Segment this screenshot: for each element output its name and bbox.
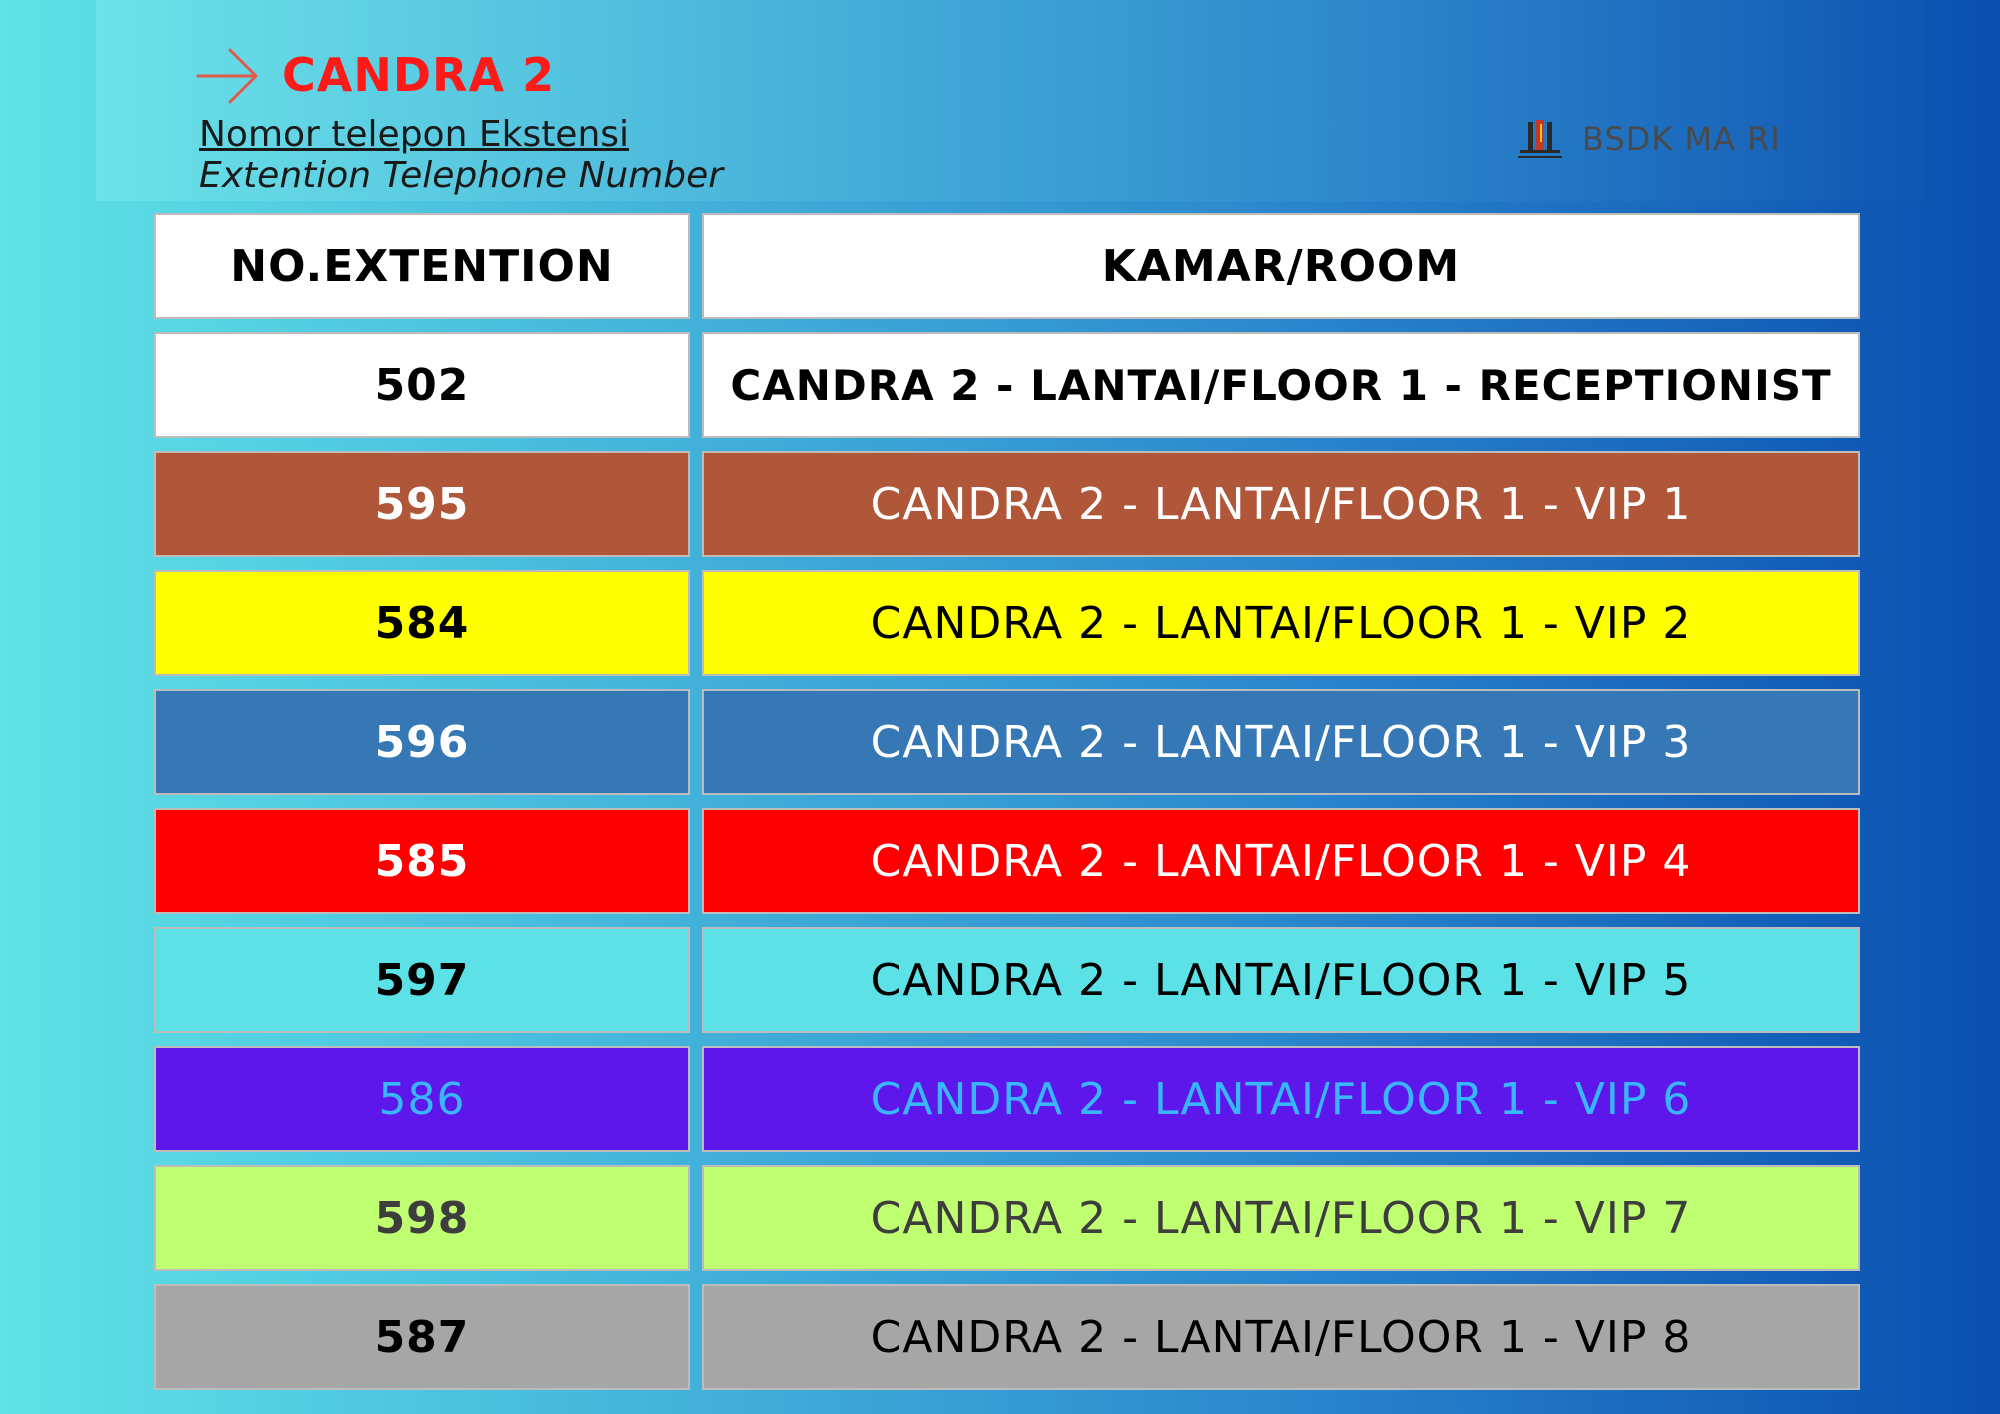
extension-table: NO.EXTENTION KAMAR/ROOM 502 CANDRA 2 - LA… [154, 213, 1860, 1403]
page-title: CANDRA 2 [282, 48, 556, 102]
table-row: 598 CANDRA 2 - LANTAI/FLOOR 1 - VIP 7 [154, 1165, 1860, 1271]
extension-number: 598 [154, 1165, 690, 1271]
extension-number: 586 [154, 1046, 690, 1152]
room-name: CANDRA 2 - LANTAI/FLOOR 1 - RECEPTIONIST [702, 332, 1860, 438]
extension-number: 584 [154, 570, 690, 676]
extension-number: 587 [154, 1284, 690, 1390]
header-room: KAMAR/ROOM [702, 213, 1860, 319]
page-subtitle-english: Extention Telephone Number [199, 155, 724, 196]
table-row: 595 CANDRA 2 - LANTAI/FLOOR 1 - VIP 1 [154, 451, 1860, 557]
extension-number: 596 [154, 689, 690, 795]
room-name: CANDRA 2 - LANTAI/FLOOR 1 - VIP 3 [702, 689, 1860, 795]
arrow-right-icon [196, 48, 258, 104]
room-name: CANDRA 2 - LANTAI/FLOOR 1 - VIP 8 [702, 1284, 1860, 1390]
room-name: CANDRA 2 - LANTAI/FLOOR 1 - VIP 6 [702, 1046, 1860, 1152]
table-row: 585 CANDRA 2 - LANTAI/FLOOR 1 - VIP 4 [154, 808, 1860, 914]
table-row: 596 CANDRA 2 - LANTAI/FLOOR 1 - VIP 3 [154, 689, 1860, 795]
extension-number: 502 [154, 332, 690, 438]
page-subtitle: Nomor telepon Ekstensi [199, 114, 630, 155]
table-row: 597 CANDRA 2 - LANTAI/FLOOR 1 - VIP 5 [154, 927, 1860, 1033]
room-name: CANDRA 2 - LANTAI/FLOOR 1 - VIP 4 [702, 808, 1860, 914]
table-row: 584 CANDRA 2 - LANTAI/FLOOR 1 - VIP 2 [154, 570, 1860, 676]
room-name: CANDRA 2 - LANTAI/FLOOR 1 - VIP 7 [702, 1165, 1860, 1271]
table-row: 587 CANDRA 2 - LANTAI/FLOOR 1 - VIP 8 [154, 1284, 1860, 1390]
room-name: CANDRA 2 - LANTAI/FLOOR 1 - VIP 1 [702, 451, 1860, 557]
table-row: 502 CANDRA 2 - LANTAI/FLOOR 1 - RECEPTION… [154, 332, 1860, 438]
table-header-row: NO.EXTENTION KAMAR/ROOM [154, 213, 1860, 319]
extension-number: 597 [154, 927, 690, 1033]
supreme-court-logo-icon [1518, 120, 1562, 158]
room-name: CANDRA 2 - LANTAI/FLOOR 1 - VIP 2 [702, 570, 1860, 676]
extension-number: 595 [154, 451, 690, 557]
logo-text: BSDK MA RI [1582, 120, 1781, 158]
room-name: CANDRA 2 - LANTAI/FLOOR 1 - VIP 5 [702, 927, 1860, 1033]
extension-number: 585 [154, 808, 690, 914]
header-extension: NO.EXTENTION [154, 213, 690, 319]
table-row: 586 CANDRA 2 - LANTAI/FLOOR 1 - VIP 6 [154, 1046, 1860, 1152]
